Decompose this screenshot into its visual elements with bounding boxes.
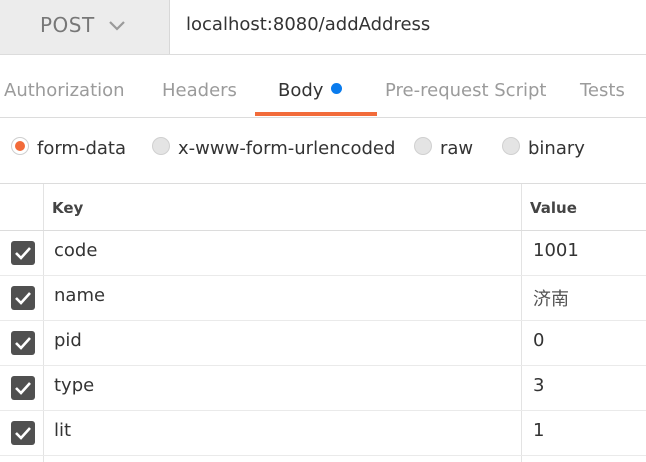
radio-label: binary bbox=[528, 138, 585, 159]
radio-button[interactable] bbox=[11, 137, 29, 155]
body-indicator-dot bbox=[331, 83, 343, 94]
param-key[interactable]: name bbox=[54, 285, 105, 306]
tab-headers[interactable]: Headers bbox=[162, 80, 237, 101]
row-checkbox[interactable] bbox=[11, 331, 35, 355]
table-row: pid 0 bbox=[0, 320, 646, 366]
tab-body[interactable]: Body bbox=[278, 80, 343, 101]
radio-label: x-www-form-urlencoded bbox=[178, 138, 396, 159]
row-checkbox[interactable] bbox=[11, 286, 35, 310]
chevron-down-icon bbox=[109, 21, 125, 31]
checkmark-icon bbox=[15, 382, 31, 395]
body-type-selector: form-data x-www-form-urlencoded raw bina… bbox=[0, 118, 646, 184]
table-row: lit 1 bbox=[0, 410, 646, 456]
param-value[interactable]: 1001 bbox=[533, 240, 579, 261]
param-key[interactable]: pid bbox=[54, 330, 82, 351]
param-value[interactable]: 3 bbox=[533, 375, 544, 396]
param-value[interactable]: 济南 bbox=[533, 285, 569, 311]
radio-button[interactable] bbox=[414, 137, 432, 155]
request-bar: POST localhost:8080/addAddress bbox=[0, 0, 646, 55]
table-row: name 济南 bbox=[0, 275, 646, 321]
method-select[interactable]: POST bbox=[0, 0, 170, 54]
value-column-header: Value bbox=[530, 199, 577, 217]
tab-tests[interactable]: Tests bbox=[580, 80, 625, 101]
checkmark-icon bbox=[15, 292, 31, 305]
checkmark-icon bbox=[15, 247, 31, 260]
radio-button[interactable] bbox=[152, 137, 170, 155]
form-data-table: Key Value code 1001 name 济南 pid 0 type 3 bbox=[0, 184, 646, 462]
param-value[interactable]: 0 bbox=[533, 330, 544, 351]
checkmark-icon bbox=[15, 427, 31, 440]
key-column-header: Key bbox=[52, 199, 84, 217]
param-key[interactable]: code bbox=[54, 240, 97, 261]
table-header: Key Value bbox=[0, 184, 646, 231]
url-input[interactable]: localhost:8080/addAddress bbox=[186, 14, 430, 35]
radio-label: raw bbox=[440, 138, 474, 159]
tab-authorization[interactable]: Authorization bbox=[4, 80, 125, 101]
row-checkbox[interactable] bbox=[11, 376, 35, 400]
row-checkbox[interactable] bbox=[11, 421, 35, 445]
method-label: POST bbox=[40, 13, 95, 37]
radio-button[interactable] bbox=[502, 137, 520, 155]
checkmark-icon bbox=[15, 337, 31, 350]
request-tabs: Authorization Headers Body Pre-request S… bbox=[0, 55, 646, 118]
param-value[interactable]: 1 bbox=[533, 420, 544, 441]
table-row: code 1001 bbox=[0, 230, 646, 276]
param-key[interactable]: lit bbox=[54, 420, 71, 441]
radio-label: form-data bbox=[37, 138, 127, 159]
table-row: type 3 bbox=[0, 365, 646, 411]
row-checkbox[interactable] bbox=[11, 241, 35, 265]
tab-pre-request-script[interactable]: Pre-request Script bbox=[385, 80, 546, 101]
active-tab-underline bbox=[255, 112, 377, 116]
param-key[interactable]: type bbox=[54, 375, 94, 396]
